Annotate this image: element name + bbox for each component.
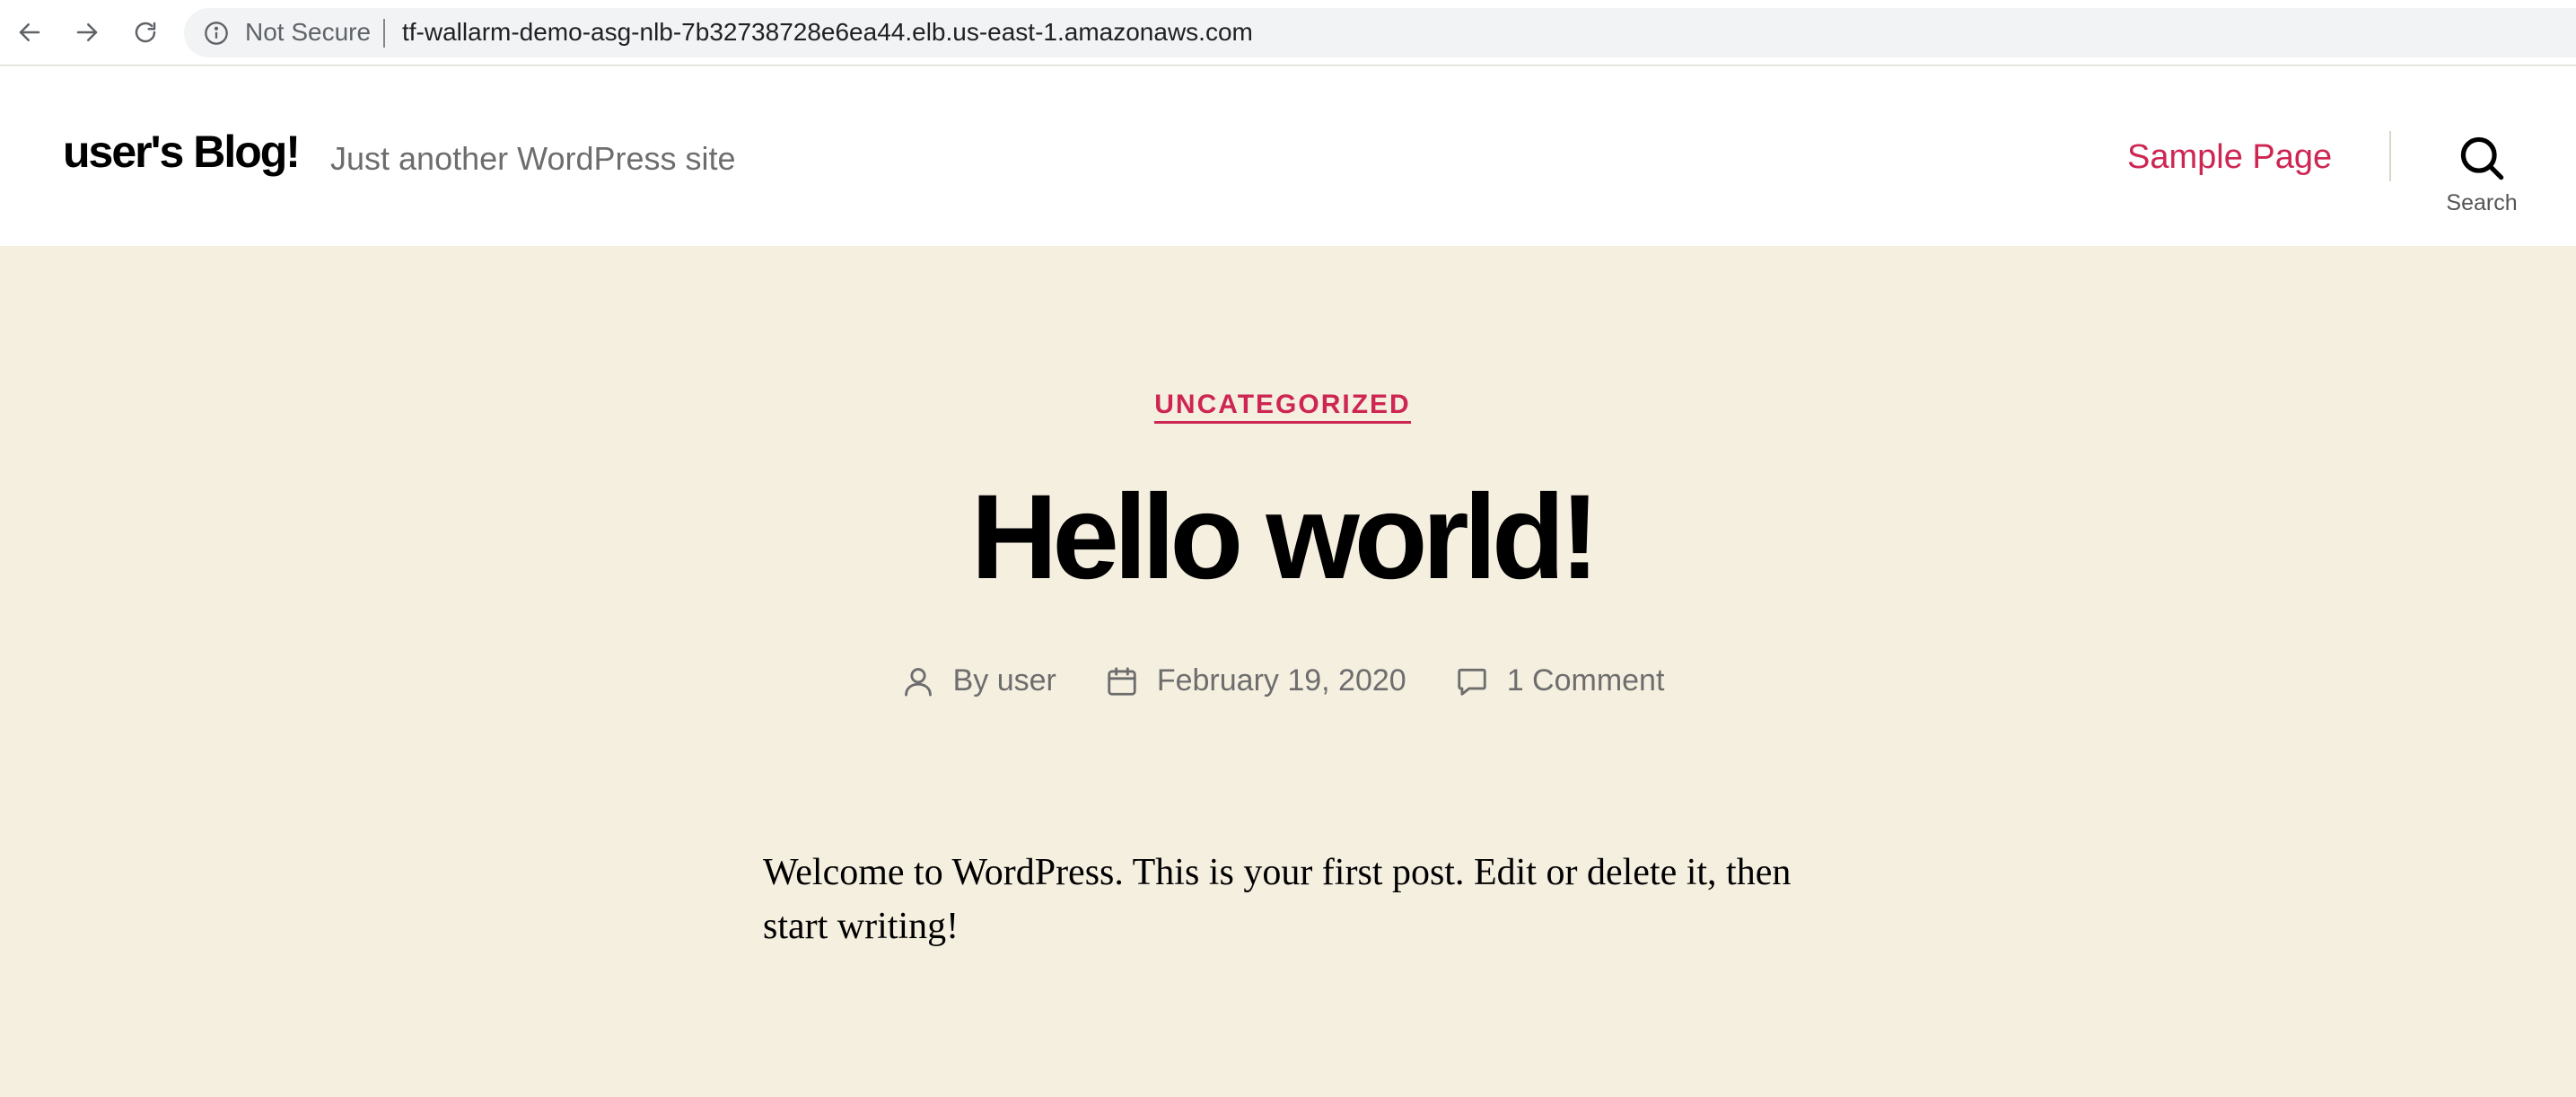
header-separator	[2389, 131, 2391, 181]
nav-link-sample-page[interactable]: Sample Page	[2127, 138, 2332, 177]
reload-button[interactable]	[127, 14, 163, 50]
post-author: By user	[901, 663, 1056, 698]
post-comments-link[interactable]: 1 Comment	[1507, 663, 1665, 698]
calendar-icon	[1108, 666, 1136, 696]
search-icon	[2460, 136, 2504, 180]
post-comments: 1 Comment	[1455, 663, 1665, 698]
security-status-label[interactable]: Not Secure	[245, 17, 371, 48]
user-icon	[904, 667, 932, 696]
search-toggle-button[interactable]: Search	[2432, 135, 2531, 233]
forward-button[interactable]	[69, 14, 105, 50]
reload-icon	[135, 22, 156, 43]
info-icon[interactable]	[204, 21, 229, 46]
search-label: Search	[2446, 190, 2518, 215]
site-header: user's Blog! Just another WordPress site…	[0, 66, 2576, 246]
post-meta: By user February 19, 2020 1 Comment	[0, 663, 2565, 698]
browser-toolbar: Not Secure tf-wallarm-demo-asg-nlb-7b327…	[0, 0, 2576, 66]
site-description: Just another WordPress site	[330, 140, 736, 177]
post-area: UNCATEGORIZED Hello world! By user Febru…	[0, 246, 2576, 1097]
arrow-right-icon	[76, 23, 98, 41]
post-author-link[interactable]: By user	[953, 663, 1056, 698]
post-title[interactable]: Hello world!	[0, 478, 2565, 598]
post-date: February 19, 2020	[1105, 663, 1406, 698]
address-divider	[383, 19, 385, 48]
post-date-link[interactable]: February 19, 2020	[1157, 663, 1406, 698]
category-container: UNCATEGORIZED	[0, 390, 2565, 424]
post-content: Welcome to WordPress. This is your first…	[763, 852, 1792, 947]
arrow-left-icon	[19, 23, 40, 41]
url-text[interactable]: tf-wallarm-demo-asg-nlb-7b32738728e6ea44…	[402, 17, 1253, 48]
category-link[interactable]: UNCATEGORIZED	[1154, 390, 1411, 424]
address-bar[interactable]: Not Secure tf-wallarm-demo-asg-nlb-7b327…	[184, 8, 2576, 57]
back-button[interactable]	[12, 14, 48, 50]
site-title[interactable]: user's Blog!	[63, 126, 301, 178]
comment-icon	[1458, 668, 1486, 696]
